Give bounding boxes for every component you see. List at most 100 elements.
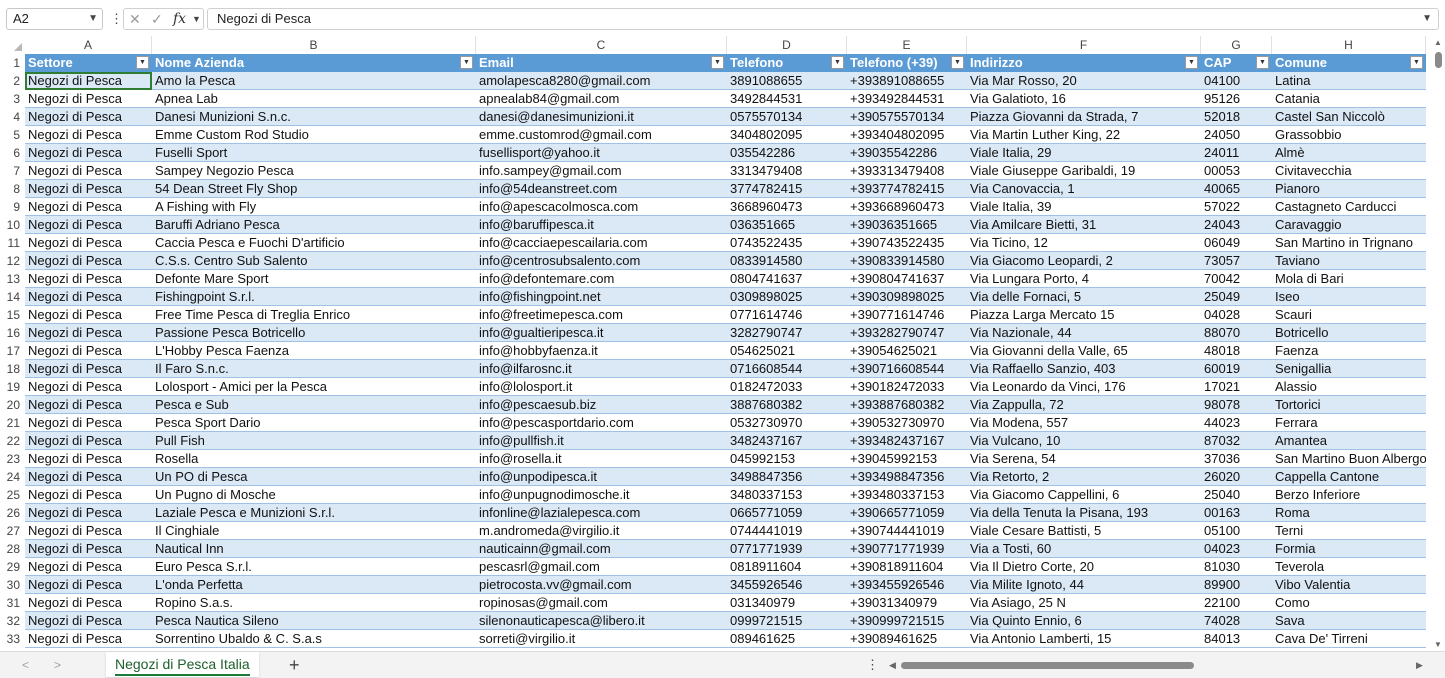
cell[interactable]: fusellisport@yahoo.it <box>476 144 727 162</box>
cell[interactable]: Via Leonardo da Vinci, 176 <box>967 378 1201 396</box>
row-number[interactable]: 8 <box>0 180 25 198</box>
cell[interactable]: Teverola <box>1272 558 1426 576</box>
chevron-down-icon[interactable]: ▼ <box>88 9 98 29</box>
cell[interactable]: Negozi di Pesca <box>25 180 152 198</box>
cell[interactable]: Negozi di Pesca <box>25 72 152 90</box>
column-header-e[interactable]: E <box>847 36 967 54</box>
cell[interactable]: Via Lungara Porto, 4 <box>967 270 1201 288</box>
cell[interactable]: Via Antonio Lamberti, 15 <box>967 630 1201 648</box>
cell[interactable]: 0309898025 <box>727 288 847 306</box>
cell[interactable]: Formia <box>1272 540 1426 558</box>
cell[interactable]: Lolosport - Amici per la Pesca <box>152 378 476 396</box>
cell[interactable]: Negozi di Pesca <box>25 108 152 126</box>
cell[interactable]: +390999721515 <box>847 612 967 630</box>
cell[interactable]: Negozi di Pesca <box>25 234 152 252</box>
cell[interactable]: Negozi di Pesca <box>25 504 152 522</box>
cell[interactable]: 00163 <box>1201 504 1272 522</box>
column-header-g[interactable]: G <box>1201 36 1272 54</box>
vertical-scrollbar[interactable]: ▲ ▼ <box>1432 36 1445 651</box>
cell[interactable]: Via Ticino, 12 <box>967 234 1201 252</box>
row-number[interactable]: 7 <box>0 162 25 180</box>
cell[interactable]: info@pullfish.it <box>476 432 727 450</box>
cell[interactable]: 37036 <box>1201 450 1272 468</box>
cell[interactable]: +393482437167 <box>847 432 967 450</box>
cell[interactable]: info@ilfarosnc.it <box>476 360 727 378</box>
cell[interactable]: Castagneto Carducci <box>1272 198 1426 216</box>
cell[interactable]: danesi@danesimunizioni.it <box>476 108 727 126</box>
cell[interactable]: Senigallia <box>1272 360 1426 378</box>
cell[interactable]: 0665771059 <box>727 504 847 522</box>
cell[interactable]: Negozi di Pesca <box>25 360 152 378</box>
cell[interactable]: 84013 <box>1201 630 1272 648</box>
cell[interactable]: Via Giovanni della Valle, 65 <box>967 342 1201 360</box>
scroll-down-icon[interactable]: ▼ <box>1434 640 1442 649</box>
scroll-up-icon[interactable]: ▲ <box>1434 38 1442 47</box>
header-cell[interactable]: Settore <box>25 54 135 72</box>
cell[interactable]: 3774782415 <box>727 180 847 198</box>
cell[interactable]: 3313479408 <box>727 162 847 180</box>
cell[interactable]: Iseo <box>1272 288 1426 306</box>
cell[interactable]: Negozi di Pesca <box>25 324 152 342</box>
cell[interactable]: 0771614746 <box>727 306 847 324</box>
cell[interactable]: Via Quinto Ennio, 6 <box>967 612 1201 630</box>
cell[interactable]: 44023 <box>1201 414 1272 432</box>
cell[interactable]: +390771614746 <box>847 306 967 324</box>
cell[interactable]: info@unpodipesca.it <box>476 468 727 486</box>
cell[interactable]: 54 Dean Street Fly Shop <box>152 180 476 198</box>
cell[interactable]: +393313479408 <box>847 162 967 180</box>
cell[interactable]: Mola di Bari <box>1272 270 1426 288</box>
cell[interactable]: Catania <box>1272 90 1426 108</box>
scroll-right-icon[interactable]: ▶ <box>1416 660 1423 671</box>
cell[interactable]: Negozi di Pesca <box>25 162 152 180</box>
cell[interactable]: San Martino Buon Albergo <box>1272 450 1426 468</box>
cell[interactable]: Via Serena, 54 <box>967 450 1201 468</box>
cell[interactable]: +393887680382 <box>847 396 967 414</box>
cell[interactable]: L'Hobby Pesca Faenza <box>152 342 476 360</box>
header-cell[interactable]: Comune <box>1272 54 1409 72</box>
cell[interactable]: 045992153 <box>727 450 847 468</box>
cell[interactable]: +39035542286 <box>847 144 967 162</box>
cell[interactable]: Via Modena, 557 <box>967 414 1201 432</box>
filter-dropdown-icon[interactable]: ▼ <box>711 56 724 69</box>
row-number[interactable]: 19 <box>0 378 25 396</box>
column-header-h[interactable]: H <box>1272 36 1426 54</box>
cell[interactable]: info@lolosport.it <box>476 378 727 396</box>
cell[interactable]: 60019 <box>1201 360 1272 378</box>
cell[interactable]: Rosella <box>152 450 476 468</box>
cell[interactable]: apnealab84@gmail.com <box>476 90 727 108</box>
cell[interactable]: 05100 <box>1201 522 1272 540</box>
cell[interactable]: 24011 <box>1201 144 1272 162</box>
cell[interactable]: Negozi di Pesca <box>25 126 152 144</box>
cell[interactable]: 0182472033 <box>727 378 847 396</box>
column-header-d[interactable]: D <box>727 36 847 54</box>
cell[interactable]: 0743522435 <box>727 234 847 252</box>
cell[interactable]: Sava <box>1272 612 1426 630</box>
cell[interactable]: Alassio <box>1272 378 1426 396</box>
cell[interactable]: info.sampey@gmail.com <box>476 162 727 180</box>
cell[interactable]: 57022 <box>1201 198 1272 216</box>
cell[interactable]: Via Raffaello Sanzio, 403 <box>967 360 1201 378</box>
cancel-icon[interactable]: ✕ <box>129 9 141 29</box>
cell[interactable]: +393455926546 <box>847 576 967 594</box>
cell[interactable]: Negozi di Pesca <box>25 306 152 324</box>
cell[interactable]: 3891088655 <box>727 72 847 90</box>
row-number[interactable]: 13 <box>0 270 25 288</box>
row-number[interactable]: 3 <box>0 90 25 108</box>
cell[interactable]: C.S.s. Centro Sub Salento <box>152 252 476 270</box>
cell[interactable]: info@hobbyfaenza.it <box>476 342 727 360</box>
cell[interactable]: info@pescasportdario.com <box>476 414 727 432</box>
cell[interactable]: 25049 <box>1201 288 1272 306</box>
cell[interactable]: Negozi di Pesca <box>25 288 152 306</box>
cell[interactable]: 0818911604 <box>727 558 847 576</box>
cell[interactable]: Euro Pesca S.r.l. <box>152 558 476 576</box>
cell[interactable]: 81030 <box>1201 558 1272 576</box>
cell[interactable]: 3482437167 <box>727 432 847 450</box>
cell[interactable]: +390744441019 <box>847 522 967 540</box>
cell[interactable]: 52018 <box>1201 108 1272 126</box>
cell[interactable]: 22100 <box>1201 594 1272 612</box>
row-number[interactable]: 1 <box>0 54 25 72</box>
cell[interactable]: 036351665 <box>727 216 847 234</box>
cell[interactable]: Un Pugno di Mosche <box>152 486 476 504</box>
row-number[interactable]: 30 <box>0 576 25 594</box>
cell[interactable]: Caravaggio <box>1272 216 1426 234</box>
